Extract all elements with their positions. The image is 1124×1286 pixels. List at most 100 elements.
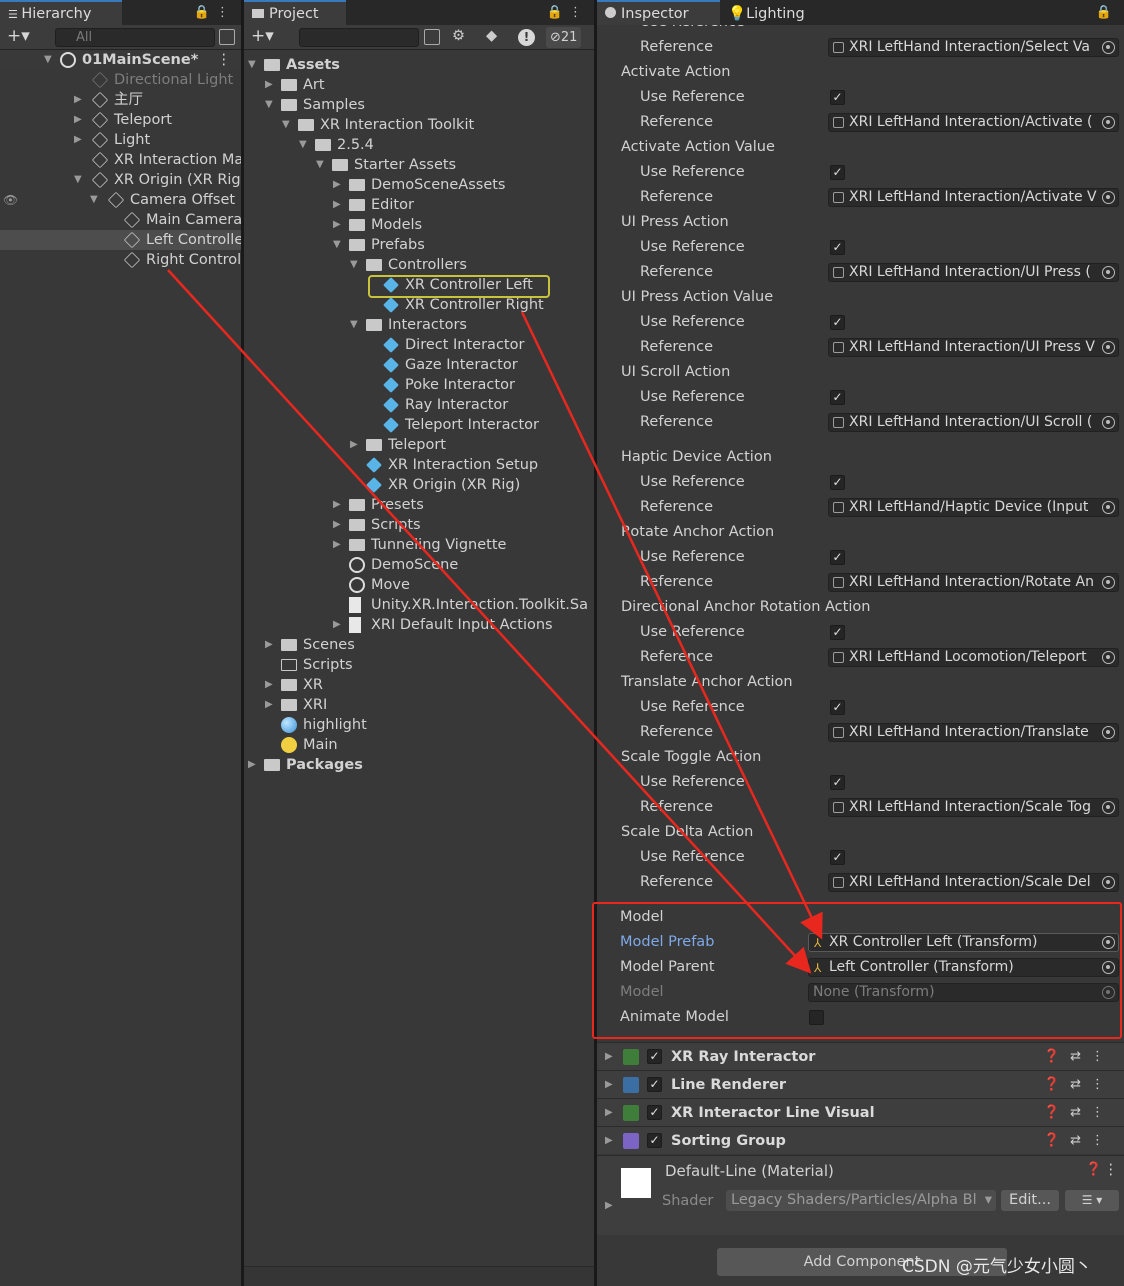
project-item[interactable]: ▶ Art (244, 75, 594, 95)
use-reference-checkbox[interactable]: ✓ (830, 775, 845, 790)
expand-triangle-icon[interactable]: ▶ (333, 175, 341, 195)
collapse-triangle-icon[interactable]: ▼ (90, 190, 98, 210)
use-reference-checkbox[interactable]: ✓ (830, 850, 845, 865)
object-picker-icon[interactable] (1102, 116, 1115, 129)
project-item[interactable]: XR Origin (XR Rig) (244, 475, 594, 495)
filter-type-icon[interactable]: ⚙ (452, 28, 465, 44)
object-picker-icon[interactable] (1102, 876, 1115, 889)
hidden-packages-toggle[interactable]: ⊘21 (546, 27, 582, 48)
project-item[interactable]: ▼ 2.5.4 (244, 135, 594, 155)
project-item[interactable]: ▼ Starter Assets (244, 155, 594, 175)
project-create-button[interactable]: +▾ (251, 26, 274, 46)
foldout-triangle-icon[interactable]: ▶ (605, 1071, 613, 1099)
input-action-reference-field[interactable]: XRI LeftHand Locomotion/Teleport (828, 648, 1119, 667)
project-item[interactable]: Teleport Interactor (244, 415, 594, 435)
use-reference-checkbox[interactable]: ✓ (830, 315, 845, 330)
object-picker-icon[interactable] (1102, 651, 1115, 664)
project-item[interactable]: highlight (244, 715, 594, 735)
object-picker-icon[interactable] (1102, 801, 1115, 814)
collapse-triangle-icon[interactable]: ▼ (265, 95, 273, 115)
project-item[interactable]: ▶ Teleport (244, 435, 594, 455)
expand-triangle-icon[interactable]: ▶ (74, 130, 82, 150)
input-action-reference-field[interactable]: XRI LeftHand Interaction/Select Va (828, 38, 1119, 57)
hierarchy-item[interactable]: ▶ Light (0, 130, 241, 150)
expand-triangle-icon[interactable]: ▶ (74, 90, 82, 110)
use-reference-checkbox[interactable]: ✓ (830, 240, 845, 255)
project-search-input[interactable] (299, 28, 419, 47)
project-item[interactable]: ▶ Presets (244, 495, 594, 515)
project-item[interactable]: Ray Interactor (244, 395, 594, 415)
input-action-reference-field[interactable]: XRI LeftHand Interaction/UI Press ( (828, 263, 1119, 282)
collapse-triangle-icon[interactable]: ▼ (350, 315, 358, 335)
foldout-triangle-icon[interactable]: ▶ (605, 1043, 613, 1071)
object-picker-icon[interactable] (1102, 726, 1115, 739)
use-reference-checkbox[interactable]: ✓ (830, 550, 845, 565)
input-action-reference-field[interactable]: XRI LeftHand Interaction/Translate (828, 723, 1119, 742)
project-item[interactable]: ▶ XRI (244, 695, 594, 715)
hierarchy-item[interactable]: Main Camera (0, 210, 241, 230)
shader-dropdown[interactable]: Legacy Shaders/Particles/Alpha Bl ▾ (726, 1190, 996, 1211)
project-item[interactable]: ▶ XRI Default Input Actions (244, 615, 594, 635)
hierarchy-item[interactable]: XR Interaction Mana (0, 150, 241, 170)
project-item[interactable]: ▶ Tunneling Vignette (244, 535, 594, 555)
inspector-lock-icon[interactable]: 🔒 (1096, 0, 1118, 25)
scene-row[interactable]: ▼ 01MainScene* ⋮ (0, 50, 241, 70)
project-item[interactable]: Main (244, 735, 594, 755)
project-item[interactable]: ▶ DemoSceneAssets (244, 175, 594, 195)
object-picker-icon[interactable] (1102, 416, 1115, 429)
component-enabled-checkbox[interactable]: ✓ (647, 1077, 662, 1092)
project-item[interactable]: ▶ Packages (244, 755, 594, 775)
component-header[interactable]: ▶ ✓ XR Interactor Line Visual ❓⇄⋮ (597, 1098, 1124, 1126)
project-item[interactable]: ▶ Editor (244, 195, 594, 215)
collapse-triangle-icon[interactable]: ▼ (350, 255, 358, 275)
material-menu-icon[interactable]: ⋮ (1104, 1162, 1119, 1178)
tab-hierarchy[interactable]: ☰ Hierarchy (0, 0, 122, 25)
project-item[interactable]: XR Interaction Setup (244, 455, 594, 475)
project-item[interactable]: Scripts (244, 655, 594, 675)
hierarchy-item[interactable]: ▼ XR Origin (XR Rig) (0, 170, 241, 190)
expand-triangle-icon[interactable]: ▶ (333, 615, 341, 635)
use-reference-checkbox[interactable]: ✓ (830, 475, 845, 490)
visibility-eye-icon[interactable]: 👁 (0, 190, 40, 210)
use-reference-checkbox[interactable]: ✓ (830, 90, 845, 105)
project-item[interactable]: ▶ XR (244, 675, 594, 695)
input-action-reference-field[interactable]: XRI LeftHand Interaction/UI Press V (828, 338, 1119, 357)
expand-triangle-icon[interactable]: ▶ (333, 495, 341, 515)
shader-options-dropdown[interactable]: ☰ ▾ (1065, 1190, 1119, 1211)
expand-triangle-icon[interactable]: ▶ (333, 515, 341, 535)
project-item[interactable]: ▶ Models (244, 215, 594, 235)
hierarchy-item[interactable]: ▶ 主厅 (0, 90, 241, 110)
input-action-reference-field[interactable]: XRI LeftHand Interaction/Scale Del (828, 873, 1119, 892)
expand-triangle-icon[interactable]: ▶ (350, 435, 358, 455)
input-action-reference-field[interactable]: XRI LeftHand Interaction/Activate ( (828, 113, 1119, 132)
collapse-triangle-icon[interactable]: ▼ (248, 55, 256, 75)
project-item[interactable]: ▼ Samples (244, 95, 594, 115)
project-item[interactable]: DemoScene (244, 555, 594, 575)
expand-triangle-icon[interactable]: ▶ (265, 75, 273, 95)
search-by-type-icon[interactable] (424, 29, 440, 45)
expand-triangle-icon[interactable]: ▶ (265, 635, 273, 655)
use-reference-checkbox[interactable]: ✓ (830, 700, 845, 715)
collapse-triangle-icon[interactable]: ▼ (299, 135, 307, 155)
component-help-preset-menu-icons[interactable]: ❓⇄⋮ (1044, 1127, 1114, 1155)
component-header[interactable]: ▶ ✓ Line Renderer ❓⇄⋮ (597, 1070, 1124, 1098)
object-picker-icon[interactable] (1102, 266, 1115, 279)
project-item[interactable]: Poke Interactor (244, 375, 594, 395)
create-button[interactable]: +▾ (7, 26, 30, 46)
edit-shader-button[interactable]: Edit... (1001, 1190, 1059, 1211)
use-reference-checkbox[interactable]: ✓ (830, 390, 845, 405)
collapse-triangle-icon[interactable]: ▼ (74, 170, 82, 190)
collapse-triangle-icon[interactable]: ▼ (333, 235, 341, 255)
expand-triangle-icon[interactable]: ▶ (333, 215, 341, 235)
project-item[interactable]: ▼ Prefabs (244, 235, 594, 255)
tab-inspector[interactable]: Inspector (597, 0, 720, 25)
component-help-preset-menu-icons[interactable]: ❓⇄⋮ (1044, 1099, 1114, 1127)
project-item[interactable]: Gaze Interactor (244, 355, 594, 375)
expand-triangle-icon[interactable]: ▶ (333, 535, 341, 555)
hierarchy-item[interactable]: Right Controlle (0, 250, 241, 270)
use-reference-checkbox[interactable]: ✓ (830, 165, 845, 180)
help-icon[interactable]: ❓ (1086, 1162, 1102, 1177)
component-help-preset-menu-icons[interactable]: ❓⇄⋮ (1044, 1071, 1114, 1099)
project-item[interactable]: ▼ XR Interaction Toolkit (244, 115, 594, 135)
expand-triangle-icon[interactable]: ▼ (44, 50, 52, 70)
